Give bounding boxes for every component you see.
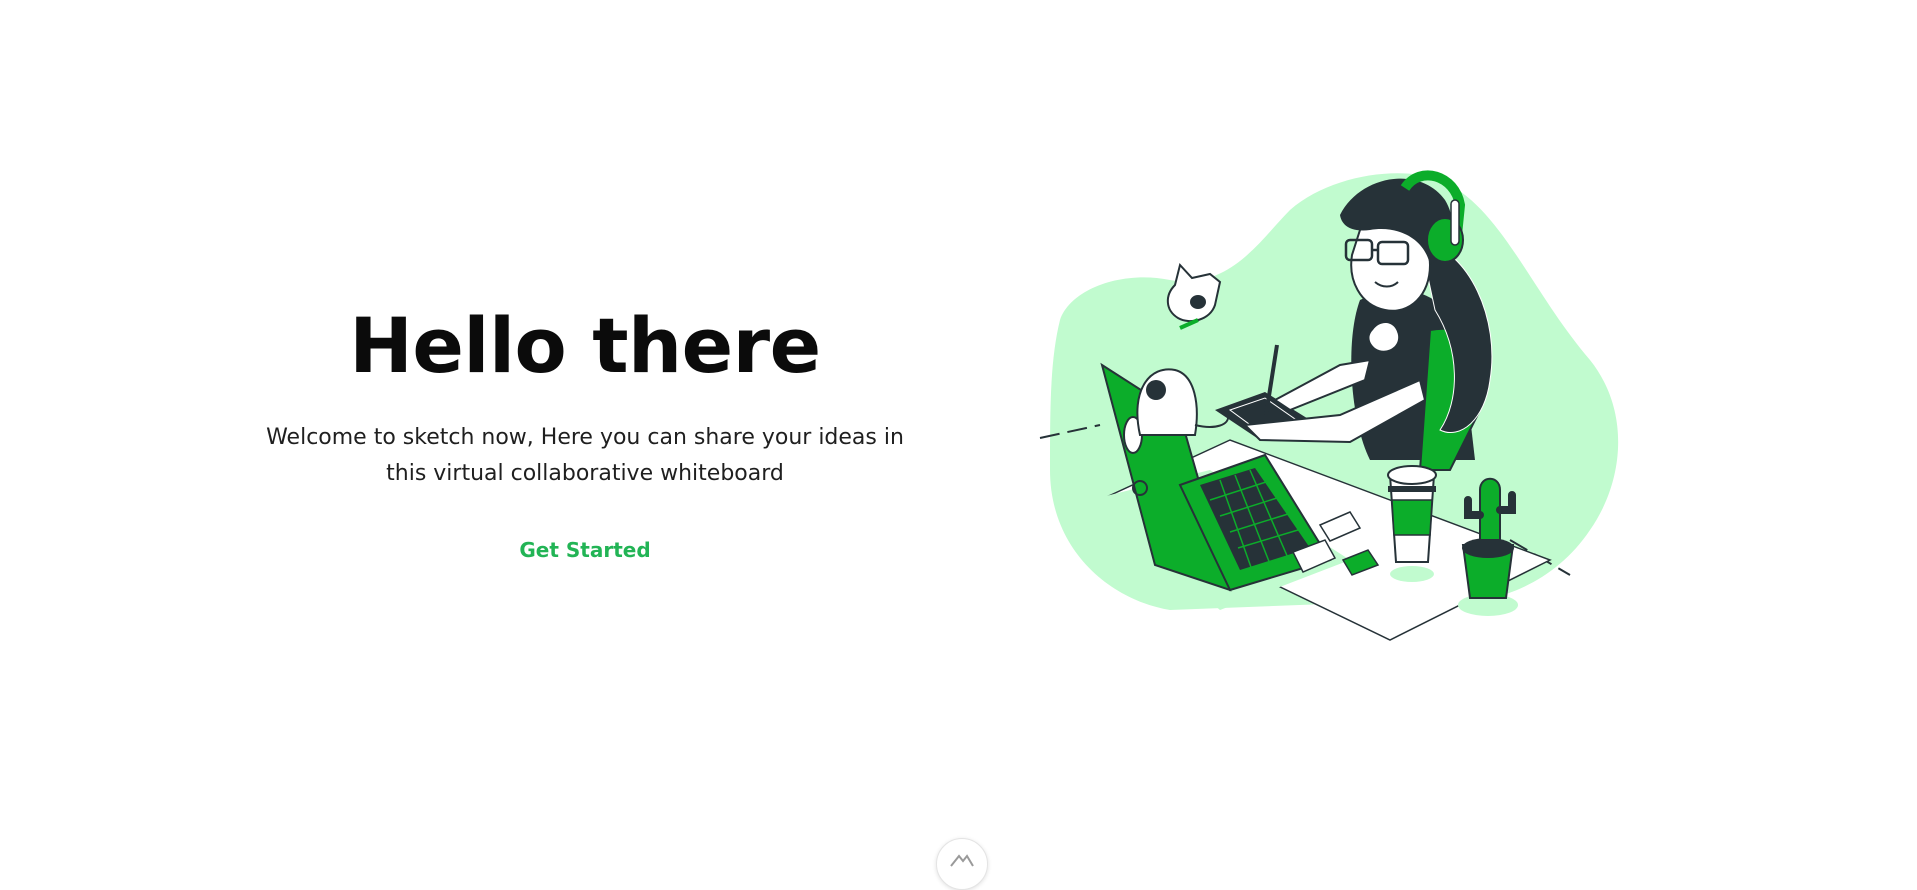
hero-section: Hello there Welcome to sketch now, Here …: [200, 300, 970, 568]
hero-illustration: [1030, 170, 1650, 660]
woman-drawing-illustration-icon: [1039, 170, 1619, 641]
chevron-up-icon: [950, 854, 974, 867]
get-started-button[interactable]: Get Started: [509, 532, 660, 568]
hero-subtitle: Welcome to sketch now, Here you can shar…: [266, 425, 904, 486]
hero-title: Hello there: [349, 301, 821, 390]
scroll-to-top-button[interactable]: [936, 838, 988, 890]
